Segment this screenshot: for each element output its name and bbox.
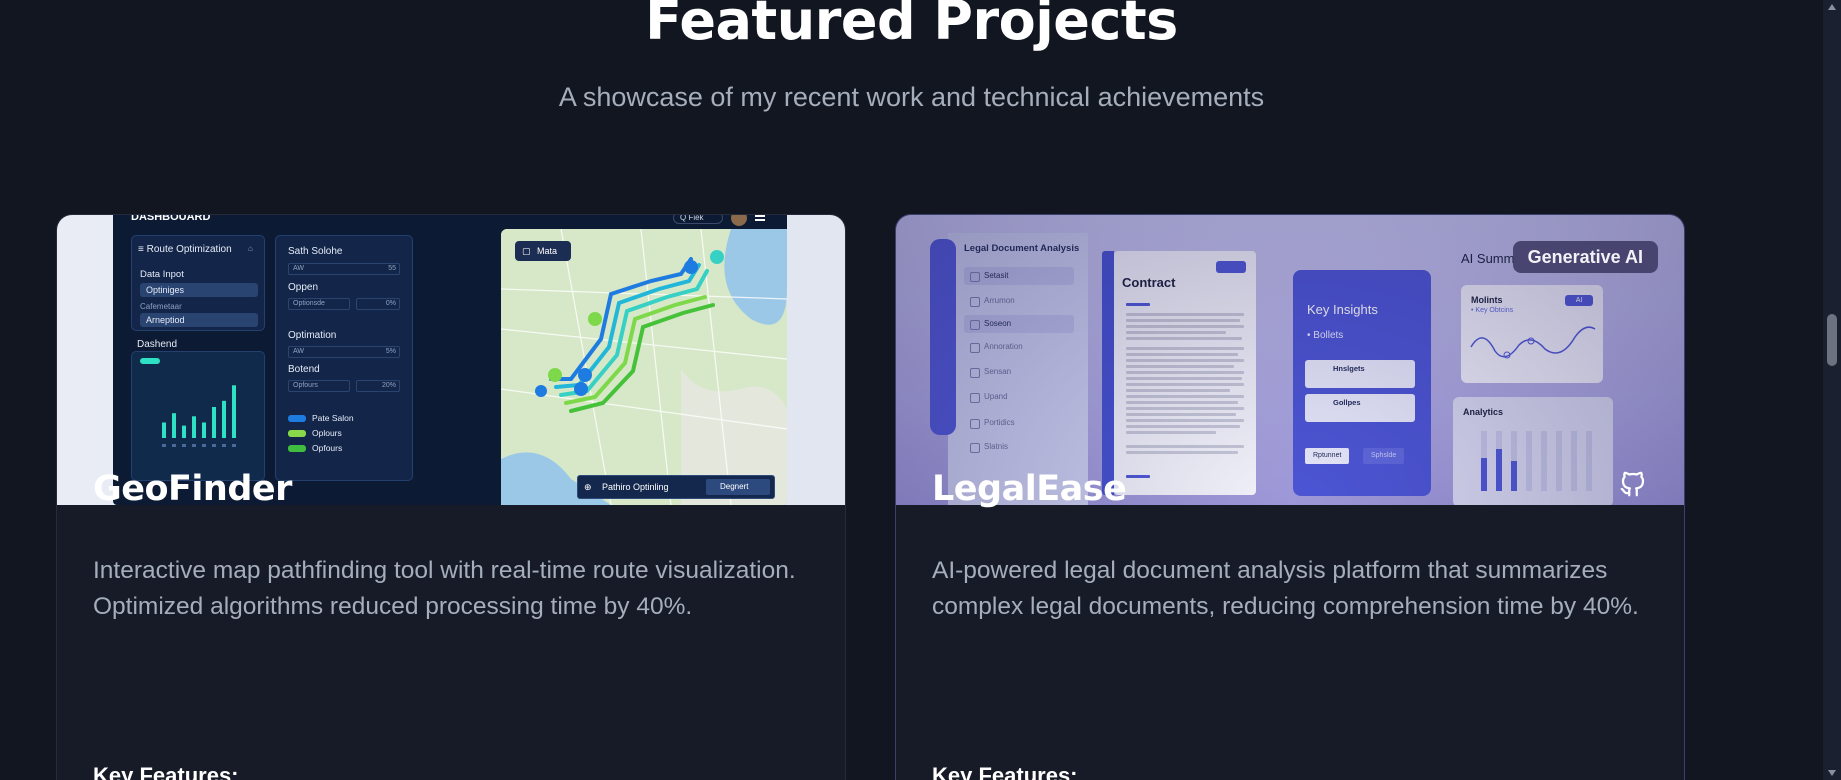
home-icon: ⌂ — [248, 244, 253, 253]
dashboard-brand: DASHBOUARD — [131, 215, 211, 223]
section-title: Featured Projects — [645, 0, 1178, 52]
map-layer-button: ▢ Mata — [515, 241, 571, 261]
mini-bar — [172, 413, 176, 438]
menu-icon — [755, 215, 765, 217]
plus-icon: ⊕ — [584, 482, 592, 492]
project-card-geofinder[interactable]: DASHBOUARD Q Fiek ≡ Route Optimization ⌂… — [56, 214, 846, 780]
avatar — [731, 215, 747, 226]
project-description: Interactive map pathfinding tool with re… — [93, 557, 796, 620]
route-map: ▢ Mata — [501, 229, 787, 505]
mini-bar — [1481, 458, 1487, 491]
section-subtitle: A showcase of my recent work and technic… — [558, 82, 1265, 112]
key-features-heading: Key Features: — [932, 763, 1078, 780]
key-features-heading: Key Features: — [93, 763, 239, 780]
project-card-legalease[interactable]: Legal Document Analysis Setasit Arrumon … — [895, 214, 1685, 780]
settings-panel: Sath Solohe AW 55 Oppen Optionsde 0% Opti… — [275, 235, 413, 481]
project-title: LegalEase — [932, 469, 1127, 509]
lock-icon: ▢ — [522, 246, 531, 256]
scroll-down-arrow-icon[interactable] — [1828, 770, 1836, 776]
project-title: GeoFinder — [93, 469, 292, 509]
project-description: AI-powered legal document analysis platf… — [932, 557, 1639, 620]
contract-document-mockup: Contract — [1102, 251, 1256, 495]
mini-bar — [232, 385, 236, 438]
dashboard-search: Q Fiek — [673, 215, 723, 224]
projects-section: Featured Projects A showcase of my recen… — [0, 0, 1823, 780]
mini-bar — [162, 422, 166, 438]
generative-ai-badge: Generative AI — [1512, 241, 1658, 273]
scroll-up-arrow-icon[interactable] — [1828, 4, 1836, 10]
route-panel: ≡ Route Optimization ⌂ Data Inpot Optini… — [131, 235, 265, 331]
mini-bar — [212, 407, 216, 438]
mini-bar — [1511, 461, 1517, 491]
bar-chart-panel — [131, 351, 265, 481]
scrollbar-thumb[interactable] — [1827, 314, 1837, 366]
dashboard-mockup: DASHBOUARD Q Fiek ≡ Route Optimization ⌂… — [113, 215, 787, 505]
mini-bar — [202, 422, 206, 438]
legal-sidebar-mockup: Legal Document Analysis Setasit Arrumon … — [930, 233, 1088, 505]
mini-bar — [222, 400, 226, 438]
ai-summary-mockup: AI Summ Molints • Key Obtcins AI Analyti… — [1453, 251, 1651, 505]
key-insights-mockup: Key Insights • Bollets Hnslgets Gollpes … — [1293, 270, 1431, 496]
project-screenshot-geofinder: DASHBOUARD Q Fiek ≡ Route Optimization ⌂… — [57, 215, 845, 505]
path-optimization-bar: ⊕ Pathiro Optinling Degnert — [577, 475, 775, 499]
github-icon[interactable] — [1618, 469, 1648, 499]
mini-bar — [1496, 449, 1502, 491]
page-scrollbar[interactable] — [1823, 0, 1841, 780]
mini-bar — [182, 425, 186, 438]
project-screenshot-legalease: Legal Document Analysis Setasit Arrumon … — [896, 215, 1684, 505]
mini-bar — [192, 416, 196, 438]
